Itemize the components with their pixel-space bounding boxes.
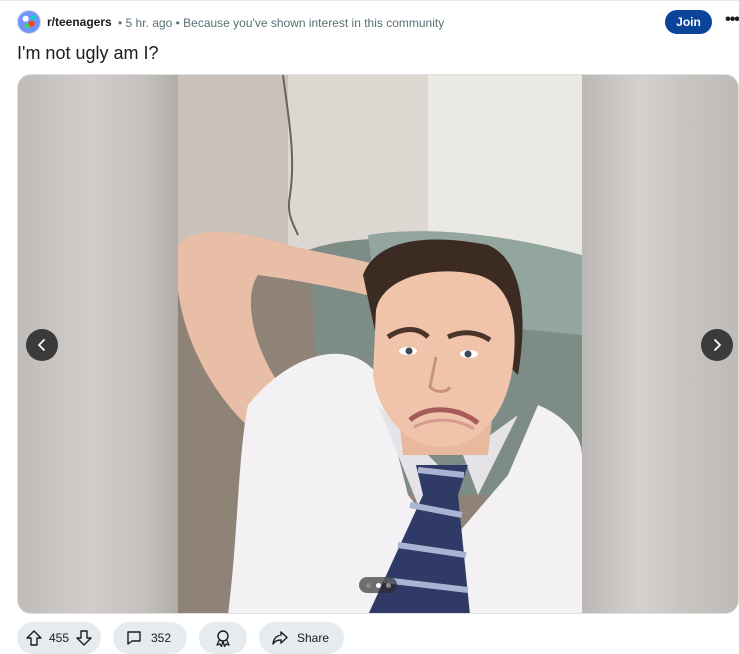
post-time: 5 hr. ago [125,16,173,30]
chevron-right-icon [714,339,721,351]
share-label: Share [297,631,330,645]
recommendation-reason: Because you've shown interest in this co… [183,16,445,30]
award-icon [216,630,230,648]
gallery-pagination [359,577,397,593]
post-action-bar: 455 352 Share [17,622,739,654]
comments-button[interactable]: 352 [113,622,187,654]
pagination-dot-active[interactable] [375,582,381,588]
more-options-icon[interactable]: ••• [722,12,739,32]
subreddit-name[interactable]: r/teenagers [47,15,112,29]
previous-image-button[interactable] [26,329,58,361]
join-button[interactable]: Join [665,10,712,34]
subreddit-avatar[interactable] [17,10,41,34]
comment-icon [127,631,141,645]
vote-count: 455 [49,631,70,645]
vote-control: 455 [17,622,101,654]
post-title[interactable]: I'm not ugly am I? [17,43,159,64]
image-gallery[interactable] [17,74,739,614]
chevron-left-icon [38,339,45,351]
meta-separator: • [172,16,184,30]
upvote-icon[interactable] [25,629,43,647]
top-divider [0,0,739,1]
pagination-dot[interactable] [365,582,371,588]
pagination-dot[interactable] [385,582,391,588]
downvote-icon[interactable] [75,629,93,647]
comment-count: 352 [151,631,172,645]
post-meta: • 5 hr. ago • Because you've shown inter… [118,16,444,30]
selfie-photo [178,75,582,613]
meta-separator: • [118,16,126,30]
award-button[interactable] [199,622,247,654]
post-header: r/teenagers • 5 hr. ago • Because you've… [17,10,739,38]
share-button[interactable]: Share [259,622,344,654]
post-image[interactable] [178,75,582,613]
share-icon [272,631,288,645]
next-image-button[interactable] [701,329,733,361]
